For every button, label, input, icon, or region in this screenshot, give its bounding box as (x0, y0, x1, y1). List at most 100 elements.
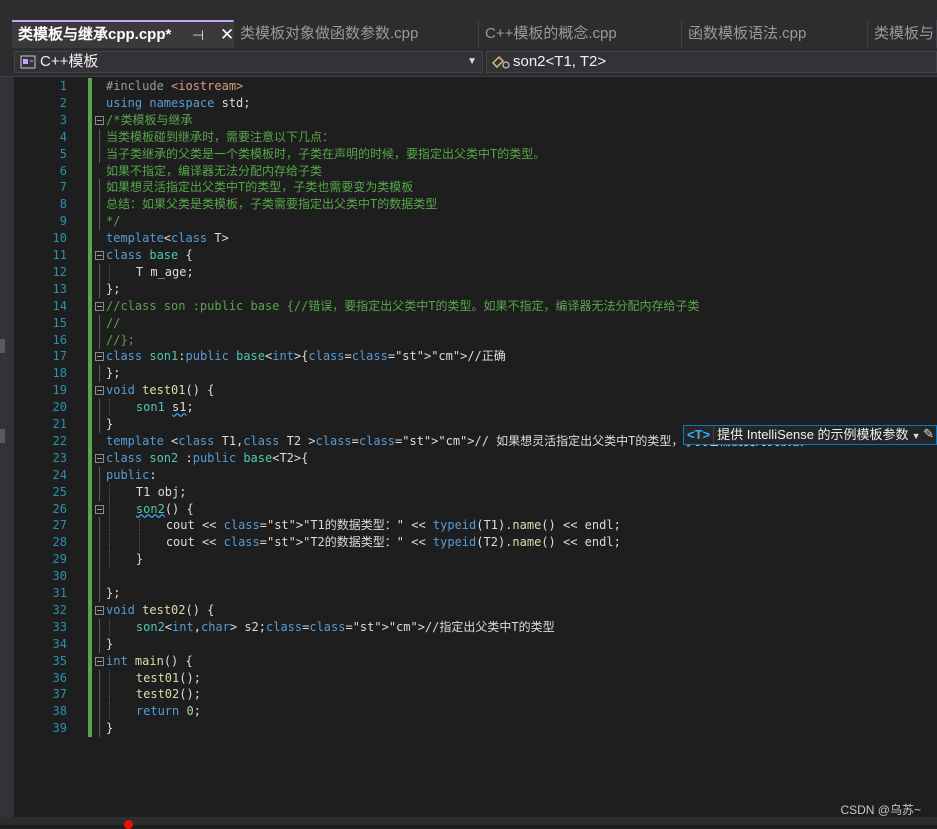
collapse-icon[interactable] (95, 605, 104, 615)
tab-cpp-template-concept[interactable]: C++模板的概念.cpp (479, 20, 682, 48)
change-indicator (88, 263, 92, 281)
change-indicator (88, 720, 92, 738)
code-text: } (106, 636, 114, 651)
code-line[interactable]: 7 如果想灵活指定出父类中T的类型，子类也需要变为类模板 (14, 179, 937, 197)
code-line[interactable]: 9 */ (14, 213, 937, 231)
navigation-bar: C++模板 ▼ son2<T1, T2> (0, 48, 937, 77)
code-line[interactable]: 4 当类模板碰到继承时，需要注意以下几点： (14, 128, 937, 146)
tab-label: 函数模板语法.cpp (688, 25, 807, 42)
code-line[interactable]: 20 son1 s1; (14, 399, 937, 417)
code-line[interactable]: 25 T1 obj; (14, 483, 937, 501)
change-indicator (88, 331, 92, 349)
code-line[interactable]: 32 void test02() { (14, 601, 937, 619)
code-line[interactable]: 39} (14, 720, 937, 738)
member-dropdown[interactable]: son2<T1, T2> (486, 51, 937, 73)
code-text: T m_age; (107, 263, 194, 281)
line-number: 39 (52, 721, 67, 736)
tab-class-template-object-params[interactable]: 类模板对象做函数参数.cpp (234, 20, 479, 48)
line-number: 14 (52, 298, 67, 313)
line-number: 27 (52, 518, 67, 533)
code-line[interactable]: 23 class son2 :public base<T2>{ (14, 449, 937, 467)
line-number: 36 (52, 670, 67, 685)
tab-function-template-syntax[interactable]: 函数模板语法.cpp (682, 20, 868, 48)
code-line[interactable]: 37 test02(); (14, 686, 937, 704)
tab-class-template-overflow[interactable]: 类模板与 (868, 20, 937, 48)
code-line[interactable]: 10 template<class T> (14, 230, 937, 248)
code-text: cout << class="st">"T2的数据类型：" << typeid(… (106, 534, 621, 552)
line-number: 32 (52, 602, 67, 617)
code-line[interactable]: 38 return 0; (14, 703, 937, 721)
code-line[interactable]: 34} (14, 635, 937, 653)
code-text: class son1:public base<int>{class=class=… (106, 349, 506, 364)
code-line[interactable]: 29 } (14, 551, 937, 569)
change-indicator (88, 652, 92, 670)
change-indicator (88, 432, 92, 450)
intellisense-template-hint[interactable]: <T> 提供 IntelliSense 的示例模板参数 ▼ ✎ (683, 425, 937, 445)
collapse-icon[interactable] (95, 251, 104, 260)
outline-guide (99, 720, 100, 738)
line-number: 17 (52, 349, 67, 364)
change-indicator (88, 568, 92, 586)
code-line[interactable]: 27 cout << class="st">"T1的数据类型：" << type… (14, 517, 937, 535)
pin-icon[interactable]: ⊣ (192, 22, 204, 48)
collapse-icon[interactable] (95, 301, 104, 311)
code-text: using namespace std; (106, 95, 251, 110)
code-line[interactable]: 3 /*类模板与继承 (14, 111, 937, 129)
code-line[interactable]: 5 当子类继承的父类是一个类模板时，子类在声明的时候，要指定出父类中T的类型。 (14, 145, 937, 163)
code-line[interactable]: 19 void test01() { (14, 382, 937, 400)
change-indicator (88, 534, 92, 552)
line-number: 20 (52, 400, 67, 415)
change-indicator (88, 280, 92, 298)
close-icon[interactable]: ✕ (220, 22, 233, 48)
code-line[interactable]: 17 class son1:public base<int>{class=clas… (14, 348, 937, 366)
code-line[interactable]: 13}; (14, 280, 937, 298)
code-line[interactable]: 26 son2() { (14, 500, 937, 518)
code-line[interactable]: 35 int main() { (14, 652, 937, 670)
line-number: 21 (52, 417, 67, 431)
chevron-down-icon[interactable]: ▼ (912, 431, 921, 441)
line-number: 5 (59, 146, 67, 161)
code-line[interactable]: 2 using namespace std; (14, 94, 937, 112)
collapse-icon[interactable] (95, 352, 104, 362)
code-line[interactable]: 33 son2<int,char> s2;class=class="st">"c… (14, 618, 937, 636)
code-line[interactable]: 36 test01(); (14, 669, 937, 687)
line-number: 23 (52, 450, 67, 465)
outline-guide (99, 314, 100, 332)
code-line[interactable]: 16 //}; (14, 331, 937, 349)
code-line[interactable]: 24 public: (14, 466, 937, 484)
code-text: 当子类继承的父类是一个类模板时，子类在声明的时候，要指定出父类中T的类型。 (106, 146, 546, 161)
outline-guide (99, 213, 100, 231)
pencil-icon[interactable]: ✎ (923, 426, 934, 443)
code-line[interactable]: 31}; (14, 585, 937, 602)
collapse-icon[interactable] (95, 386, 104, 396)
outline-guide (99, 483, 100, 501)
collapse-icon[interactable] (95, 504, 104, 514)
change-indicator (88, 517, 92, 535)
change-indicator (88, 78, 92, 95)
code-line[interactable]: 14 //class son :public base {//错误，要指定出父类中… (14, 297, 937, 315)
line-number: 33 (52, 619, 67, 634)
code-line[interactable]: 30 (14, 568, 937, 586)
tab-class-template-inheritance[interactable]: 类模板与继承cpp.cpp* ⊣ ✕ (12, 20, 234, 48)
collapse-icon[interactable] (95, 453, 104, 463)
code-line[interactable]: 11 class base { (14, 247, 937, 264)
line-number: 22 (52, 433, 67, 448)
code-text: son2() { (106, 500, 194, 518)
tab-label: 类模板对象做函数参数.cpp (240, 25, 419, 42)
change-indicator (88, 365, 92, 383)
code-editor[interactable]: 1 #include <iostream> 2 using namespace std… (14, 77, 937, 817)
code-line[interactable]: 28 cout << class="st">"T2的数据类型：" << type… (14, 534, 937, 552)
chevron-down-icon[interactable]: ▼ (467, 52, 477, 72)
code-line[interactable]: 15 // (14, 314, 937, 332)
collapse-icon[interactable] (95, 656, 104, 666)
code-line[interactable]: 6 如果不指定，编译器无法分配内存给子类 (14, 162, 937, 180)
code-line[interactable]: 1 #include <iostream> (14, 78, 937, 95)
code-line[interactable]: 12 T m_age; (14, 263, 937, 281)
code-line[interactable]: 18}; (14, 365, 937, 383)
line-number: 1 (59, 79, 67, 93)
change-indicator (88, 382, 92, 400)
project-dropdown[interactable]: C++模板 ▼ (14, 51, 483, 73)
collapse-icon[interactable] (95, 115, 104, 125)
line-number: 7 (59, 180, 67, 195)
code-line[interactable]: 8 总结：如果父类是类模板，子类需要指定出父类中T的数据类型 (14, 196, 937, 214)
